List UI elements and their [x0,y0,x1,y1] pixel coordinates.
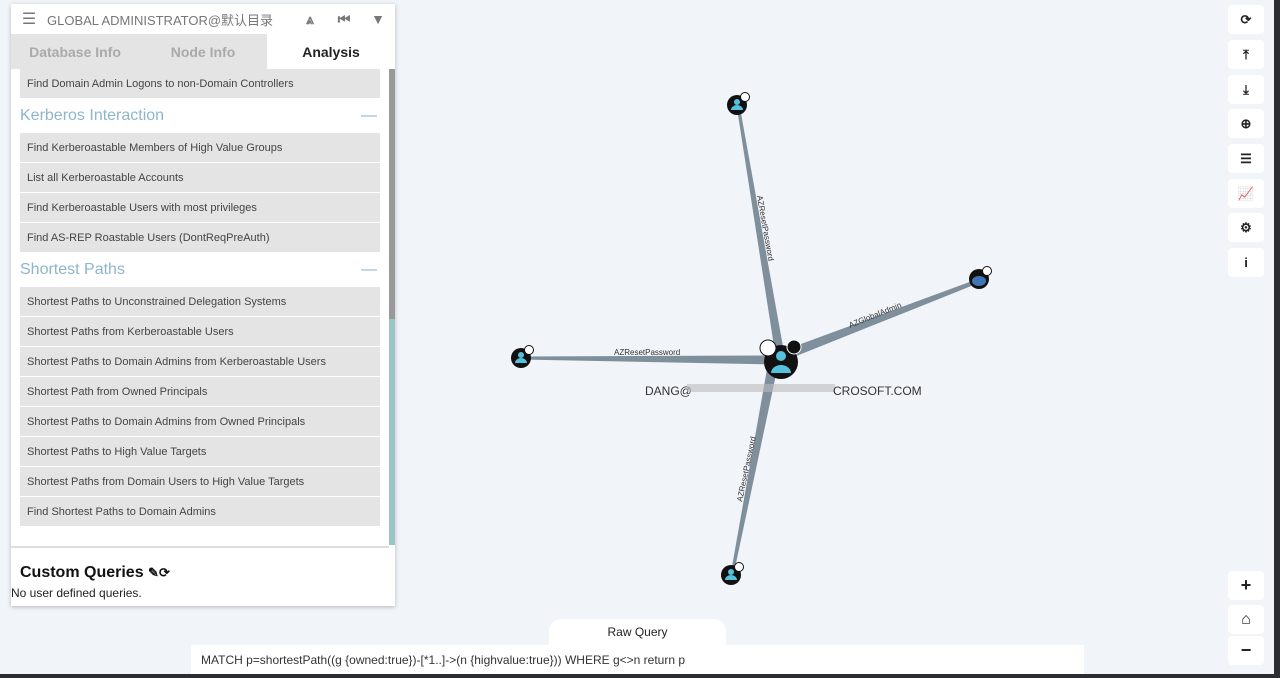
query-item[interactable]: Find Kerberoastable Users with most priv… [20,193,380,222]
collapse-icon[interactable]: — [361,261,377,279]
section-title: Kerberos Interaction [20,107,165,124]
settings-button[interactable]: ⚙ [1228,213,1264,242]
export-icon: ⤒ [1243,46,1249,62]
zoom-in-button[interactable]: + [1228,571,1264,600]
query-item[interactable]: Find AS-REP Roastable Users (DontReqPreA… [20,223,380,252]
query-item[interactable]: Shortest Paths to Domain Admins from Ker… [20,347,380,376]
query-item[interactable]: Shortest Paths to Unconstrained Delegati… [20,287,380,316]
query-item[interactable]: List all Kerberoastable Accounts [20,163,380,192]
node-user[interactable] [511,345,534,369]
skull-icon [759,339,777,357]
import-icon: ⤓ [1243,81,1249,97]
refresh-icon[interactable]: ⟳ [159,565,170,580]
node-tenant[interactable] [969,266,992,290]
gem-icon [786,339,802,355]
query-item[interactable]: Shortest Paths to High Value Targets [20,437,380,466]
chart-icon: 📈 [1237,185,1255,201]
node-owned-user[interactable] [759,339,802,379]
scrollbar[interactable] [389,69,395,545]
tab-database-info[interactable]: Database Info [11,34,139,69]
custom-queries-title: Custom Queries [20,564,144,581]
query-item[interactable]: Find Shortest Paths to Domain Admins [20,497,380,526]
raw-query-toggle[interactable]: Raw Query [549,619,726,645]
query-list-icon: ☰ [1240,150,1252,166]
upload-button[interactable]: ⊕ [1228,109,1264,138]
hamburger-icon[interactable]: ☰ [11,9,47,29]
query-item[interactable]: Shortest Paths from Kerberoastable Users [20,317,380,346]
tab-analysis[interactable]: Analysis [267,34,395,69]
node-user[interactable] [721,562,744,586]
redacted-block [687,384,835,392]
query-item[interactable]: Shortest Path from Owned Principals [20,377,380,406]
window-border [1274,0,1280,678]
section-header[interactable]: Shortest Paths — [11,253,389,287]
export-button[interactable]: ⤒ [1228,40,1264,69]
chart-button[interactable]: 📈 [1228,179,1264,208]
query-item[interactable]: Find Domain Admin Logons to non-Domain C… [20,69,380,98]
edge-line[interactable] [785,278,981,359]
collapse-icon[interactable]: — [361,107,377,125]
window-border [0,674,1280,678]
refresh-button[interactable]: ⟳ [1228,5,1264,34]
edge-line[interactable] [520,355,777,365]
filter-icon[interactable]: ▼ [361,11,395,27]
raw-query-input[interactable]: MATCH p=shortestPath((g {owned:true})-[*… [191,645,1084,675]
edge-line[interactable] [730,371,777,576]
upload-icon: ⊕ [1240,115,1252,131]
section-header[interactable]: Kerberos Interaction — [11,99,389,133]
query-item[interactable]: Shortest Paths to Domain Admins from Own… [20,407,380,436]
query-list: Find Domain Admin Logons to non-Domain C… [11,69,389,545]
home-button[interactable]: ⌂ [1228,605,1264,634]
side-panel: ☰ GLOBAL ADMINISTRATOR@默认目录 ⩓ ⏮ ▼ Databa… [11,4,395,606]
edge-label: AZResetPassword [614,348,680,357]
node-label-end: CROSOFT.COM [833,384,922,398]
scrollbar-thumb[interactable] [389,69,395,319]
query-list-button[interactable]: ☰ [1228,144,1264,173]
edge-line[interactable] [736,104,785,357]
back-icon[interactable]: ⏮ [327,11,361,28]
edit-icon[interactable]: ✎ [148,565,159,580]
custom-queries: Custom Queries ✎⟳ No user defined querie… [11,546,389,600]
section-title: Shortest Paths [20,261,125,278]
pathfinding-icon[interactable]: ⩓ [293,11,327,28]
empty-message: No user defined queries. [11,586,142,600]
refresh-icon: ⟳ [1240,11,1252,27]
zoom-out-button[interactable]: − [1228,636,1264,665]
settings-icon: ⚙ [1240,219,1252,235]
import-button[interactable]: ⤓ [1228,75,1264,104]
info-icon: i [1244,255,1248,270]
query-item[interactable]: Find Kerberoastable Members of High Valu… [20,133,380,162]
search-node-title[interactable]: GLOBAL ADMINISTRATOR@默认目录 [47,10,293,29]
node-label-start: DANG@ [645,384,692,398]
node-user[interactable] [727,92,750,116]
query-item[interactable]: Shortest Paths from Domain Users to High… [20,467,380,496]
tab-node-info[interactable]: Node Info [139,34,267,69]
info-button[interactable]: i [1228,248,1264,277]
